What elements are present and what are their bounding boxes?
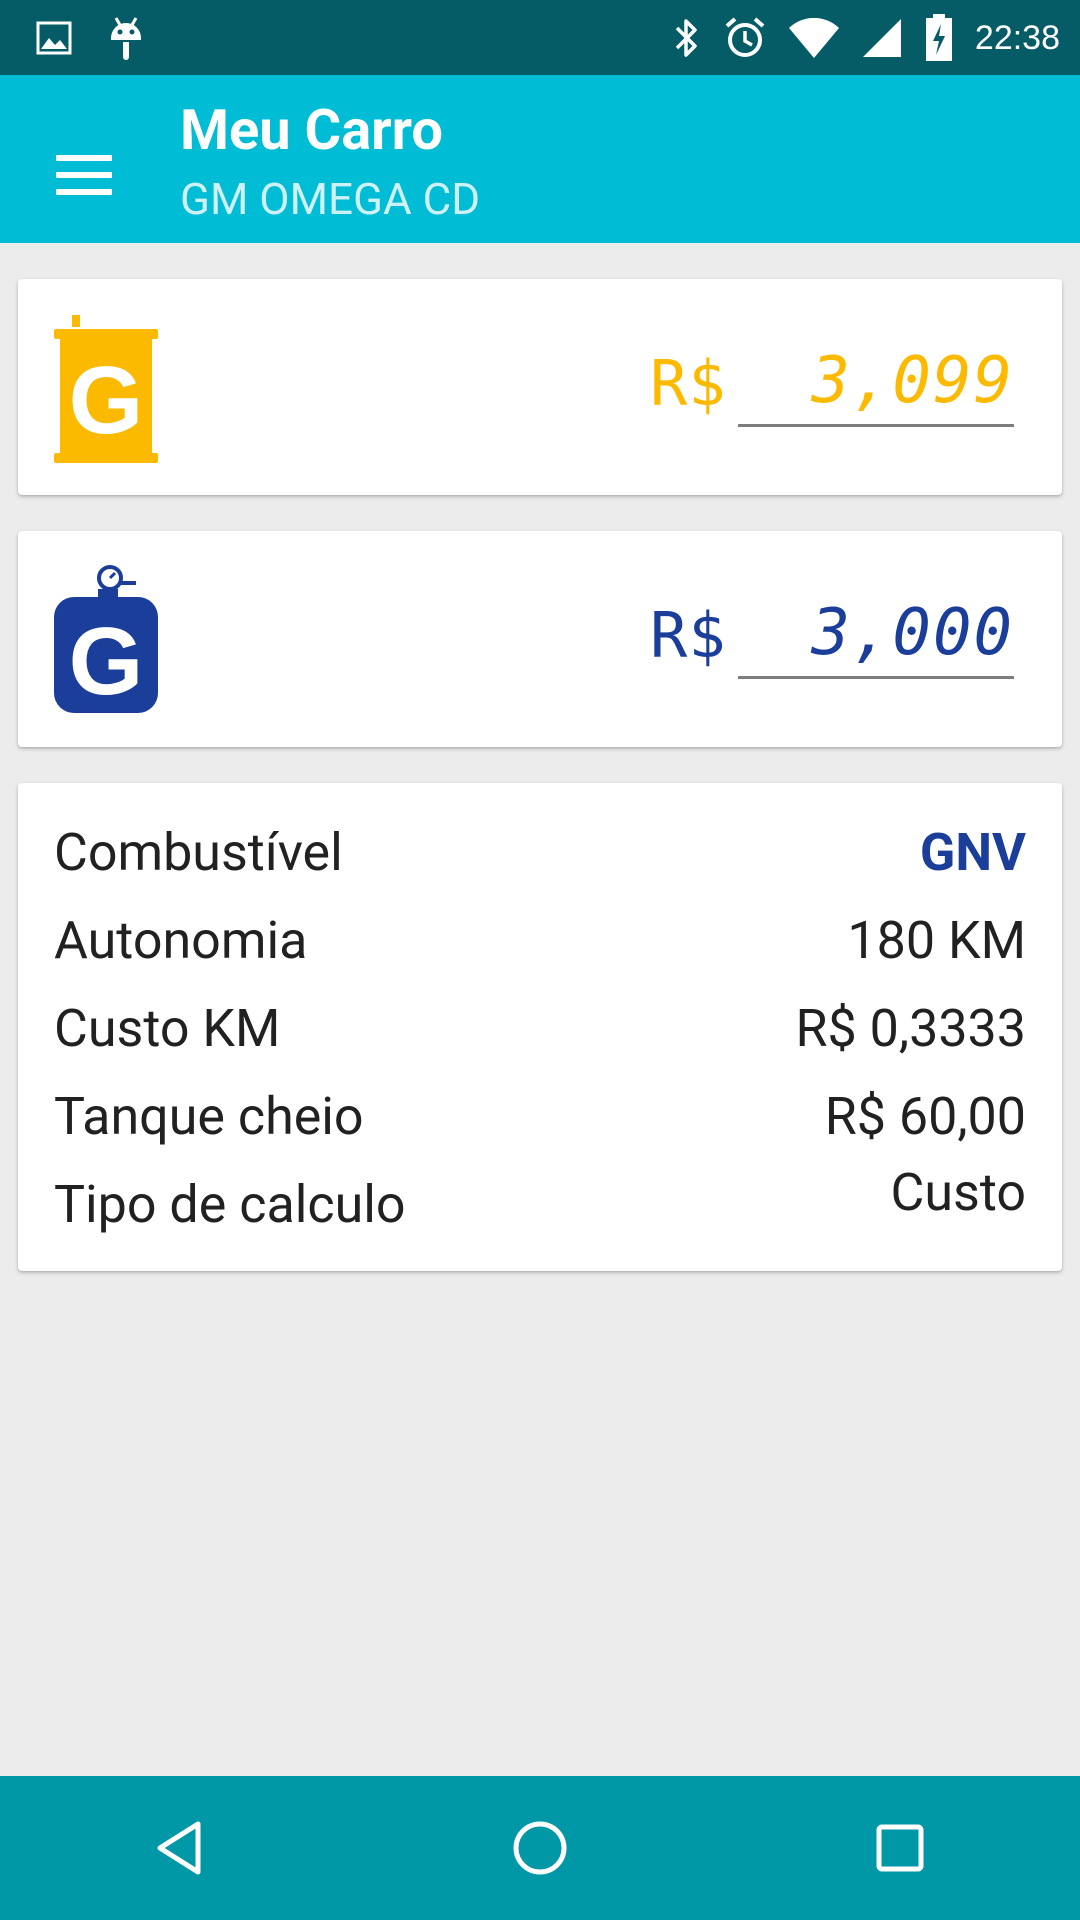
image-icon xyxy=(36,21,72,55)
signal-icon xyxy=(862,19,901,57)
autonomy-label: Autonomia xyxy=(54,910,308,971)
gasoline-can-icon: G xyxy=(54,315,158,463)
gnv-price-value: 3,000 xyxy=(811,596,1014,670)
battery-charging-icon xyxy=(925,14,952,61)
home-icon xyxy=(513,1821,567,1875)
svg-text:G: G xyxy=(69,347,144,454)
full-tank-row: Tanque cheio R$ 60,00 xyxy=(54,1073,1026,1161)
gasoline-price-card: G R$ 3,099 xyxy=(18,279,1062,495)
menu-icon xyxy=(56,155,112,195)
calc-type-value: Custo xyxy=(890,1162,1026,1223)
gas-cylinder-icon: G xyxy=(54,565,158,713)
wifi-icon xyxy=(788,18,839,58)
menu-button[interactable] xyxy=(44,135,124,215)
svg-text:G: G xyxy=(69,608,144,713)
currency-label: R$ xyxy=(650,347,727,420)
fuel-type-row: Combustível GNV xyxy=(54,809,1026,897)
recents-button[interactable] xyxy=(840,1788,960,1908)
summary-card: Combustível GNV Autonomia 180 KM Custo K… xyxy=(18,783,1062,1271)
status-bar: 22:38 xyxy=(0,0,1080,75)
car-model-subtitle: GM OMEGA CD xyxy=(180,173,481,225)
cost-per-km-value: R$ 0,3333 xyxy=(795,998,1026,1059)
gasoline-price-value: 3,099 xyxy=(811,344,1014,418)
alarm-icon xyxy=(725,17,765,57)
full-tank-value: R$ 60,00 xyxy=(824,1086,1026,1147)
fuel-type-label: Combustível xyxy=(54,822,343,883)
home-button[interactable] xyxy=(480,1788,600,1908)
full-tank-label: Tanque cheio xyxy=(54,1086,364,1147)
back-button[interactable] xyxy=(120,1788,240,1908)
navigation-bar xyxy=(0,1776,1080,1920)
clock: 22:38 xyxy=(974,19,1060,57)
recents-icon xyxy=(876,1824,924,1872)
back-icon xyxy=(157,1821,201,1875)
fuel-type-value: GNV xyxy=(919,822,1026,883)
autonomy-value: 180 KM xyxy=(847,910,1026,971)
gnv-price-input[interactable]: 3,000 xyxy=(738,587,1014,679)
cost-per-km-label: Custo KM xyxy=(54,998,281,1059)
gasoline-price-input[interactable]: 3,099 xyxy=(738,335,1014,427)
android-icon xyxy=(111,17,141,60)
app-title: Meu Carro xyxy=(180,97,443,163)
autonomy-row: Autonomia 180 KM xyxy=(54,897,1026,985)
calc-type-row: Tipo de calculo Custo xyxy=(54,1161,1026,1249)
cost-per-km-row: Custo KM R$ 0,3333 xyxy=(54,985,1026,1073)
gnv-price-card: G R$ 3,000 xyxy=(18,531,1062,747)
calc-type-label: Tipo de calculo xyxy=(54,1174,406,1235)
bluetooth-icon xyxy=(675,19,697,57)
app-bar: Meu Carro GM OMEGA CD xyxy=(0,75,1080,243)
currency-label: R$ xyxy=(650,599,727,672)
